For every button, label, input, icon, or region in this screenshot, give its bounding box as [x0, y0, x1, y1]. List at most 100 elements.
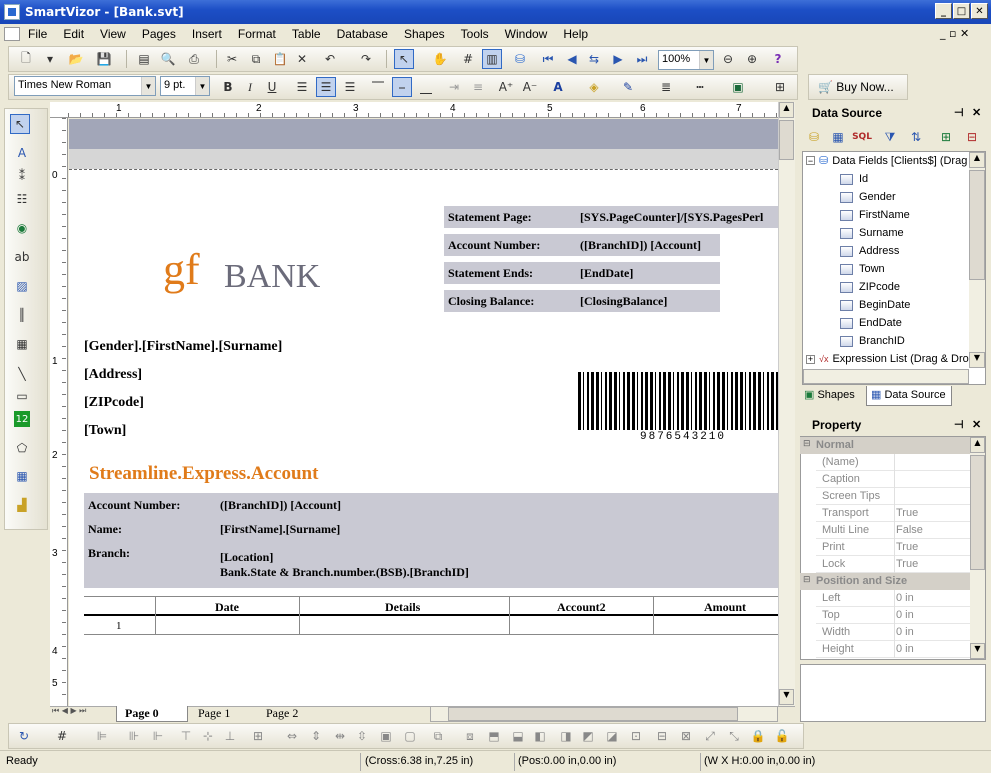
counter-tool-icon[interactable]: 12: [14, 411, 30, 427]
rectangle-tool-icon[interactable]: ▭: [12, 386, 32, 406]
new-dropdown-icon[interactable]: ▾: [40, 49, 60, 69]
pin-icon[interactable]: ⊣: [954, 418, 964, 431]
font-size-select[interactable]: 9 pt. ▼: [160, 76, 210, 96]
menu-file[interactable]: File: [20, 27, 55, 41]
underline-icon[interactable]: U: [262, 77, 282, 97]
bring-front-icon[interactable]: ▣: [376, 726, 396, 746]
lock-icon[interactable]: 🔒: [748, 726, 768, 746]
address-town[interactable]: [Town]: [84, 423, 126, 439]
font-select[interactable]: Times New Roman ▼: [14, 76, 156, 96]
menu-insert[interactable]: Insert: [184, 27, 230, 41]
align-bottom-objects-icon[interactable]: ⊥: [220, 726, 240, 746]
address-name[interactable]: [Gender].[FirstName].[Surname]: [84, 339, 282, 355]
grow-font-icon[interactable]: A⁺: [496, 77, 516, 97]
minimize-button[interactable]: _: [935, 3, 952, 19]
prop-row[interactable]: (Name): [816, 454, 970, 471]
align-left-objects-icon[interactable]: ⊫: [92, 726, 112, 746]
merge-icon[interactable]: ⊡: [626, 726, 646, 746]
field-item[interactable]: BranchID: [840, 335, 905, 347]
page-setup-icon[interactable]: ▤: [134, 49, 154, 69]
remove-expression-icon[interactable]: ⊟: [962, 127, 982, 147]
new-icon[interactable]: 🗋: [16, 49, 36, 69]
tab-data-source[interactable]: ▦ Data Source: [866, 386, 952, 406]
same-size-icon[interactable]: ⊞: [248, 726, 268, 746]
tab-page-1[interactable]: Page 1: [190, 706, 254, 721]
scroll-down-icon[interactable]: ▼: [779, 689, 794, 705]
image-tool-icon[interactable]: ▨: [12, 276, 32, 296]
align-middle-objects-icon[interactable]: ⊹: [198, 726, 218, 746]
select-pointer-icon[interactable]: ↖: [394, 49, 414, 69]
menu-pages[interactable]: Pages: [134, 27, 184, 41]
snap-grid-icon[interactable]: #: [52, 726, 72, 746]
field-item[interactable]: Surname: [840, 227, 904, 239]
statement-row[interactable]: Account Number: ([BranchID]) [Account]: [444, 234, 720, 256]
maximize-button[interactable]: □: [953, 3, 970, 19]
mdi-controls[interactable]: _ ▫ ✕: [940, 27, 969, 40]
abl-tool-icon[interactable]: ab: [12, 247, 32, 267]
paste-icon[interactable]: 📋: [270, 49, 290, 69]
prop-row[interactable]: Lock True: [816, 556, 970, 573]
zoom-out-icon[interactable]: ⊖: [718, 49, 738, 69]
help-icon[interactable]: ?: [768, 49, 788, 69]
prev-page-icon[interactable]: ◀: [562, 49, 582, 69]
grid-icon[interactable]: #: [458, 49, 478, 69]
field-item[interactable]: ZIPcode: [840, 281, 900, 293]
tree-scroll-thumb[interactable]: [969, 170, 985, 280]
menu-help[interactable]: Help: [555, 27, 596, 41]
database-icon[interactable]: ⛁: [510, 49, 530, 69]
globe-tool-icon[interactable]: ◉: [12, 218, 32, 238]
field-tool-icon[interactable]: ⁑: [12, 166, 32, 186]
database-connect-icon[interactable]: ⛁: [804, 127, 824, 147]
tab-page-0[interactable]: Page 0: [116, 706, 188, 722]
prop-row[interactable]: Screen Tips: [816, 488, 970, 505]
filter-icon[interactable]: ⧩: [880, 127, 900, 147]
scroll-down-icon[interactable]: ▼: [969, 352, 985, 368]
group-icon[interactable]: ⧉: [428, 726, 448, 746]
valign-bottom-icon[interactable]: ⎽: [416, 77, 436, 97]
barcode[interactable]: [578, 372, 778, 430]
menu-shapes[interactable]: Shapes: [396, 27, 453, 41]
field-item[interactable]: FirstName: [840, 209, 910, 221]
barcode-tool-icon[interactable]: ║: [12, 305, 32, 325]
line-style-icon[interactable]: ┅: [690, 77, 710, 97]
align-top-objects-icon[interactable]: ⊤: [176, 726, 196, 746]
prop-row[interactable]: Caption: [816, 471, 970, 488]
statement-row[interactable]: Statement Ends: [EndDate]: [444, 262, 720, 284]
space-h-icon[interactable]: ⇹: [330, 726, 350, 746]
scroll-down-icon[interactable]: ▼: [970, 643, 985, 659]
table-view-icon[interactable]: ▦: [828, 127, 848, 147]
valign-top-icon[interactable]: ⎺: [368, 77, 388, 97]
copy-icon[interactable]: ⧉: [246, 49, 266, 69]
field-item[interactable]: Address: [840, 245, 899, 257]
line-tool-icon[interactable]: ╲: [12, 364, 32, 384]
vertical-scrollbar[interactable]: [778, 102, 795, 706]
line-color-icon[interactable]: ✎: [618, 77, 638, 97]
print-preview-icon[interactable]: 🔍: [158, 49, 178, 69]
print-icon[interactable]: ⎙: [184, 49, 204, 69]
indent-icon[interactable]: ⇥: [444, 77, 464, 97]
field-item[interactable]: Gender: [840, 191, 896, 203]
prop-row[interactable]: Multi Line False: [816, 522, 970, 539]
align-left-icon[interactable]: ☰: [292, 77, 312, 97]
shrink-font-icon[interactable]: A⁻: [520, 77, 540, 97]
order-icon[interactable]: ◧: [530, 726, 550, 746]
prop-row[interactable]: Transport True: [816, 505, 970, 522]
add-expression-icon[interactable]: ⊞: [936, 127, 956, 147]
list-icon[interactable]: ≡: [468, 77, 488, 97]
shapes-tool-icon[interactable]: ⬠: [12, 438, 32, 458]
fill-color-icon[interactable]: ◈: [584, 77, 604, 97]
ruler-icon[interactable]: ▥: [482, 49, 502, 69]
cut-icon[interactable]: ✂: [222, 49, 242, 69]
collapse-icon[interactable]: ⊟: [803, 575, 811, 585]
table-tool-icon[interactable]: ▦: [12, 466, 32, 486]
qrcode-tool-icon[interactable]: ▦: [12, 334, 32, 354]
statement-row[interactable]: Statement Page: [SYS.PageCounter]/[SYS.P…: [444, 206, 778, 228]
statement-row[interactable]: Closing Balance: [ClosingBalance]: [444, 290, 720, 312]
expression-list[interactable]: + √x Expression List (Drag & Dro: [806, 353, 969, 365]
close-button[interactable]: ✕: [971, 3, 988, 19]
same-width-icon[interactable]: ⇔: [282, 726, 302, 746]
bold-icon[interactable]: B: [218, 77, 238, 97]
save-icon[interactable]: 💾: [94, 49, 114, 69]
category-normal[interactable]: Normal: [800, 437, 970, 454]
field-item[interactable]: EndDate: [840, 317, 902, 329]
